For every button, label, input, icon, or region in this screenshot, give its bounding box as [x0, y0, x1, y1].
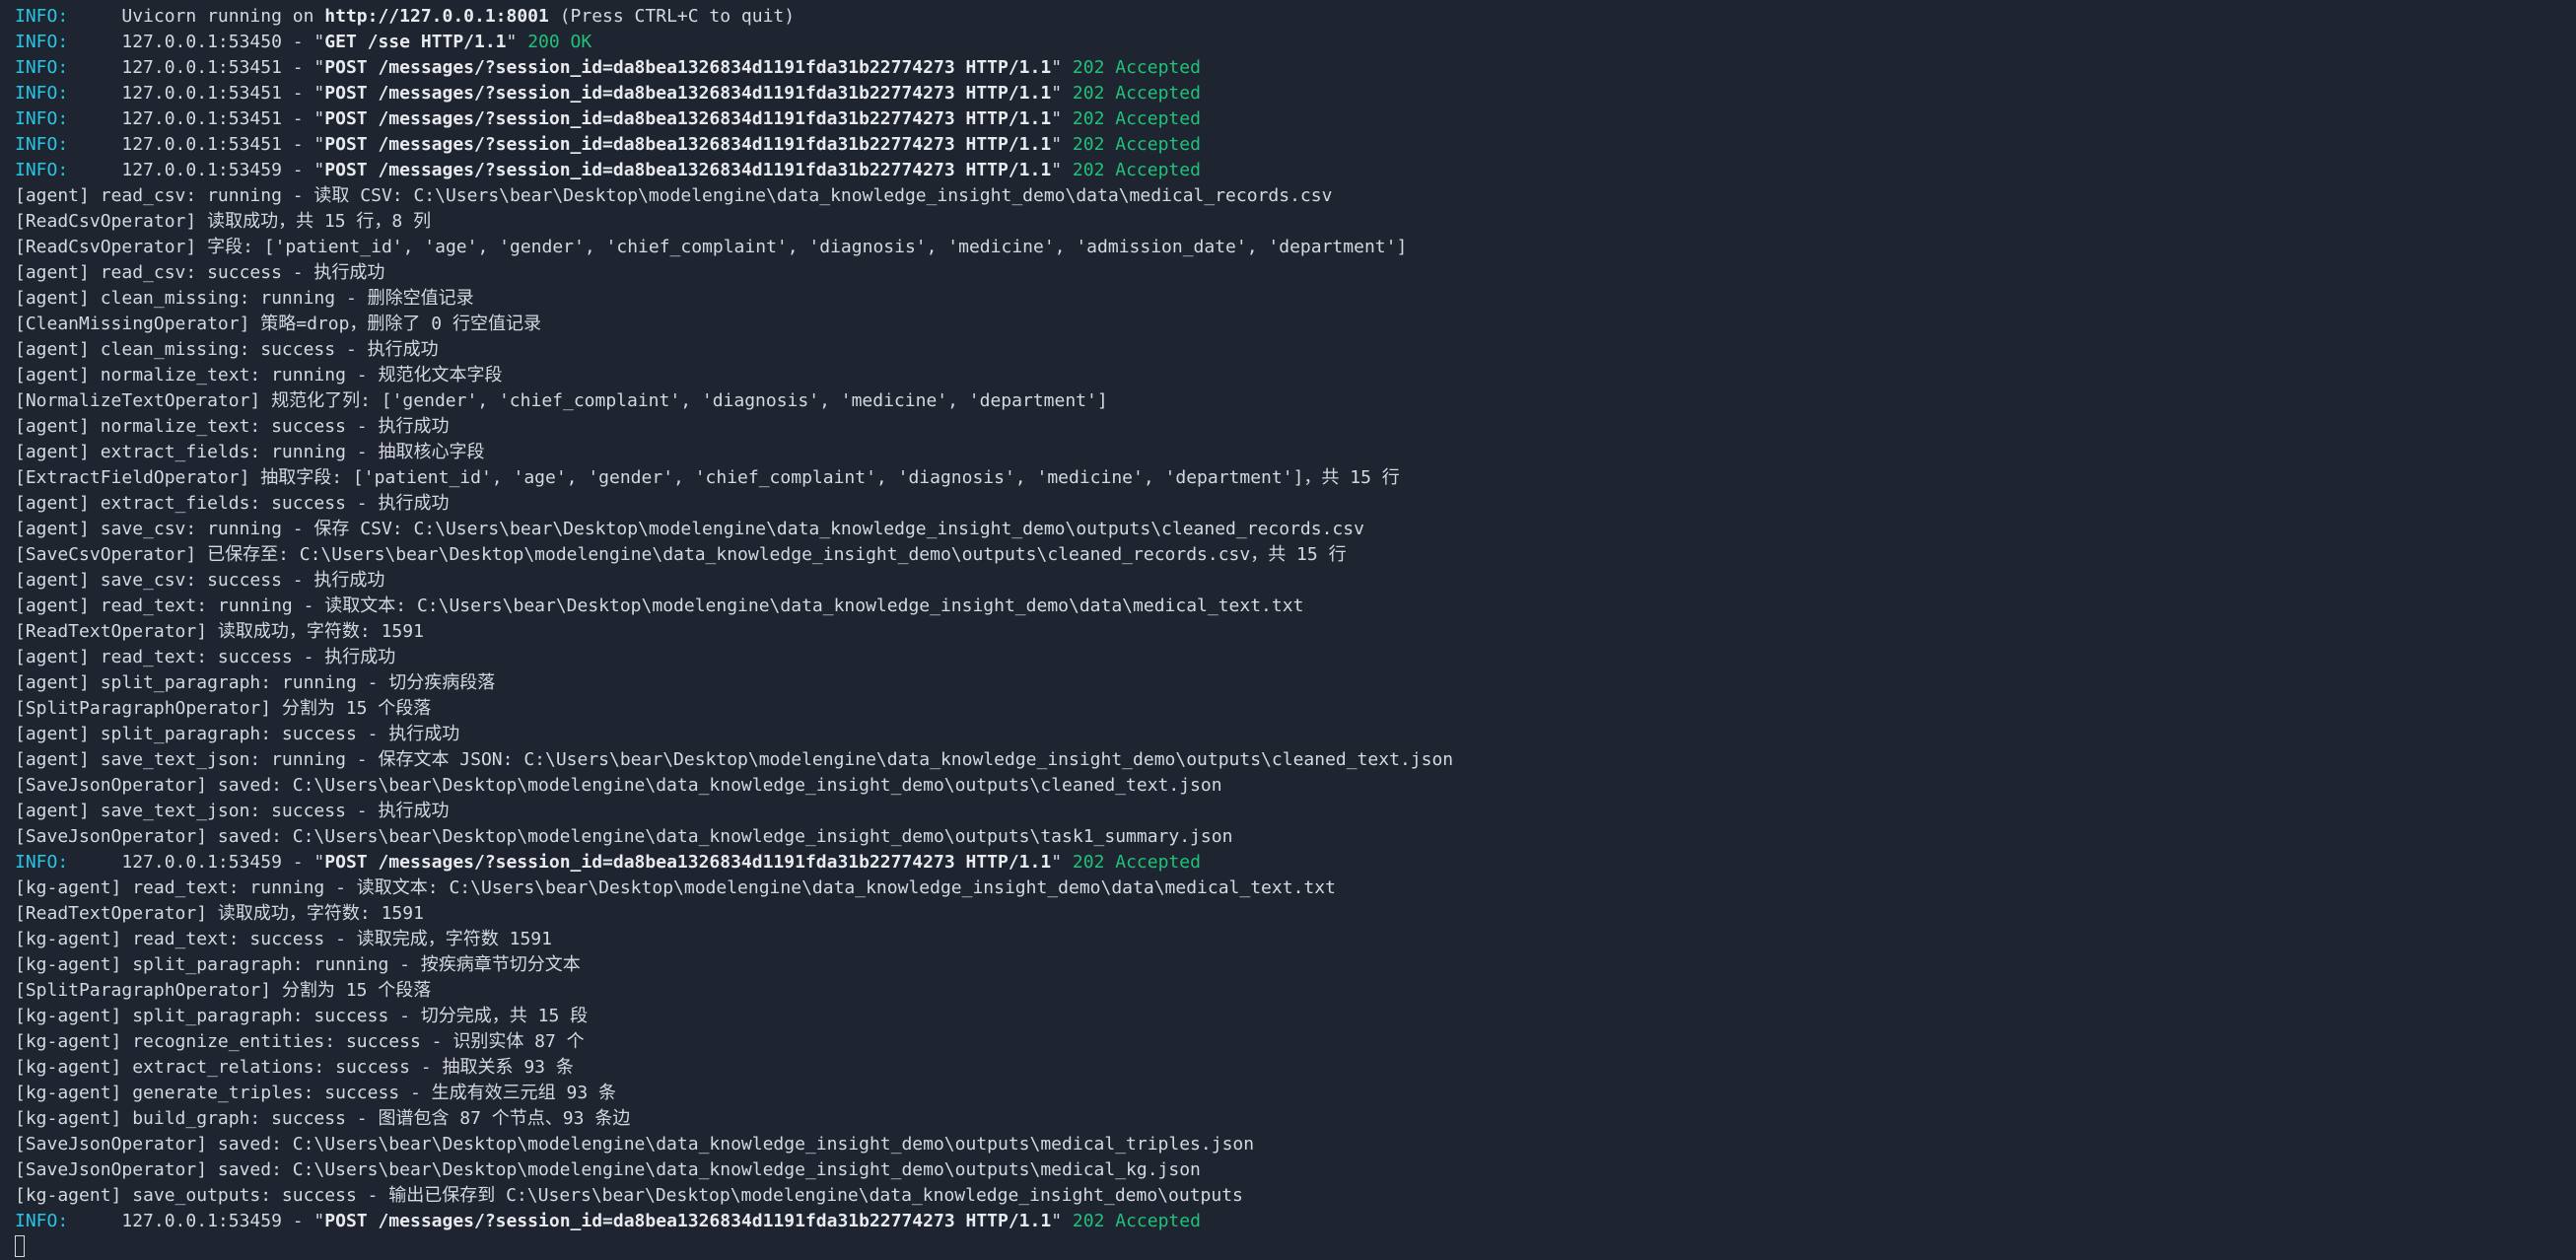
log-level: INFO:	[15, 57, 69, 78]
log-line: [agent] save_text_json: running - 保存文本 J…	[15, 749, 1454, 770]
request-client: 127.0.0.1:53451 - "	[68, 134, 325, 155]
log-line: [SplitParagraphOperator] 分割为 15 个段落	[15, 980, 432, 1001]
status-badge: 202 Accepted	[1072, 1211, 1201, 1231]
request-client: 127.0.0.1:53459 - "	[68, 160, 325, 180]
request-line: POST /messages/?session_id=da8bea1326834…	[324, 83, 1052, 104]
request-client: 127.0.0.1:53459 - "	[68, 852, 325, 873]
status-badge: 202 Accepted	[1072, 134, 1201, 155]
log-line: [agent] split_paragraph: running - 切分疾病段…	[15, 672, 496, 693]
log-line: [ReadTextOperator] 读取成功，字符数: 1591	[15, 903, 424, 924]
log-line: [SplitParagraphOperator] 分割为 15 个段落	[15, 698, 432, 719]
log-message: Uvicorn running on	[68, 6, 325, 27]
request-line: POST /messages/?session_id=da8bea1326834…	[324, 852, 1052, 873]
log-message: (Press CTRL+C to quit)	[548, 6, 796, 27]
log-line: [kg-agent] read_text: running - 读取文本: C:…	[15, 877, 1336, 898]
request-quote: "	[1051, 852, 1073, 873]
log-level: INFO:	[15, 83, 69, 104]
log-line: [ExtractFieldOperator] 抽取字段: ['patient_i…	[15, 467, 1400, 488]
log-line: INFO: 127.0.0.1:53451 - "POST /messages/…	[15, 132, 2576, 158]
log-level: INFO:	[15, 32, 69, 52]
request-quote: "	[1051, 160, 1073, 180]
status-badge: 202 Accepted	[1072, 160, 1201, 180]
log-line: [ReadCsvOperator] 读取成功，共 15 行，8 列	[15, 211, 432, 232]
log-line: [agent] split_paragraph: success - 执行成功	[15, 724, 460, 744]
log-line: [agent] read_text: running - 读取文本: C:\Us…	[15, 595, 1304, 616]
log-line: [agent] clean_missing: success - 执行成功	[15, 339, 439, 360]
request-quote: "	[1051, 134, 1073, 155]
status-badge: 202 Accepted	[1072, 83, 1201, 104]
log-line: [SaveJsonOperator] saved: C:\Users\bear\…	[15, 1159, 1201, 1180]
log-line: [kg-agent] split_paragraph: success - 切分…	[15, 1006, 589, 1026]
log-line: [SaveCsvOperator] 已保存至: C:\Users\bear\De…	[15, 544, 1347, 565]
log-line: INFO: 127.0.0.1:53450 - "GET /sse HTTP/1…	[15, 30, 2576, 55]
status-badge: 202 Accepted	[1072, 57, 1201, 78]
status-badge: 200 OK	[527, 32, 592, 52]
log-line: [agent] read_text: success - 执行成功	[15, 647, 396, 667]
log-line: [agent] extract_fields: running - 抽取核心字段	[15, 442, 485, 462]
log-line: [agent] clean_missing: running - 删除空值记录	[15, 288, 474, 309]
log-line: [agent] normalize_text: running - 规范化文本字…	[15, 365, 503, 385]
log-level: INFO:	[15, 160, 69, 180]
log-line: [kg-agent] read_text: success - 读取完成，字符数…	[15, 929, 552, 949]
log-line: [kg-agent] extract_relations: success - …	[15, 1057, 574, 1078]
request-client: 127.0.0.1:53459 - "	[68, 1211, 325, 1231]
request-line: POST /messages/?session_id=da8bea1326834…	[324, 134, 1052, 155]
log-line: [SaveJsonOperator] saved: C:\Users\bear\…	[15, 775, 1222, 796]
request-line: POST /messages/?session_id=da8bea1326834…	[324, 1211, 1052, 1231]
log-line: [kg-agent] recognize_entities: success -…	[15, 1031, 585, 1052]
log-line: [kg-agent] split_paragraph: running - 按疾…	[15, 954, 581, 975]
log-level: INFO:	[15, 6, 69, 27]
log-line: INFO: 127.0.0.1:53459 - "POST /messages/…	[15, 850, 2576, 875]
log-level: INFO:	[15, 1211, 69, 1231]
log-line: [CleanMissingOperator] 策略=drop，删除了 0 行空值…	[15, 314, 541, 334]
status-badge: 202 Accepted	[1072, 852, 1201, 873]
request-quote: "	[506, 32, 528, 52]
request-client: 127.0.0.1:53450 - "	[68, 32, 325, 52]
request-line: POST /messages/?session_id=da8bea1326834…	[324, 160, 1052, 180]
log-line: [agent] save_csv: success - 执行成功	[15, 570, 385, 591]
prompt-line	[15, 1234, 2576, 1260]
log-level: INFO:	[15, 852, 69, 873]
log-line: [agent] read_csv: success - 执行成功	[15, 262, 385, 283]
log-line: [agent] save_text_json: success - 执行成功	[15, 801, 450, 821]
log-line: [agent] extract_fields: success - 执行成功	[15, 493, 450, 514]
log-line: INFO: 127.0.0.1:53459 - "POST /messages/…	[15, 158, 2576, 183]
log-line: [kg-agent] build_graph: success - 图谱包含 8…	[15, 1108, 631, 1129]
log-level: INFO:	[15, 108, 69, 129]
request-quote: "	[1051, 108, 1073, 129]
log-line: [SaveJsonOperator] saved: C:\Users\bear\…	[15, 1134, 1255, 1155]
cursor-icon	[15, 1235, 25, 1257]
log-line: [ReadCsvOperator] 字段: ['patient_id', 'ag…	[15, 237, 1408, 257]
request-line: POST /messages/?session_id=da8bea1326834…	[324, 108, 1052, 129]
log-line: [kg-agent] save_outputs: success - 输出已保存…	[15, 1185, 1243, 1206]
log-line: [NormalizeTextOperator] 规范化了列: ['gender'…	[15, 390, 1108, 411]
request-quote: "	[1051, 57, 1073, 78]
log-line: [agent] read_csv: running - 读取 CSV: C:\U…	[15, 185, 1333, 206]
log-line: INFO: 127.0.0.1:53459 - "POST /messages/…	[15, 1209, 2576, 1234]
status-badge: 202 Accepted	[1072, 108, 1201, 129]
request-quote: "	[1051, 83, 1073, 104]
log-line: INFO: Uvicorn running on http://127.0.0.…	[15, 4, 2576, 30]
server-url: http://127.0.0.1:8001	[324, 6, 549, 27]
request-line: GET /sse HTTP/1.1	[324, 32, 507, 52]
terminal-output[interactable]: INFO: Uvicorn running on http://127.0.0.…	[0, 0, 2576, 1257]
log-line: INFO: 127.0.0.1:53451 - "POST /messages/…	[15, 106, 2576, 132]
request-client: 127.0.0.1:53451 - "	[68, 108, 325, 129]
log-line: [ReadTextOperator] 读取成功，字符数: 1591	[15, 621, 424, 642]
log-line: [agent] normalize_text: success - 执行成功	[15, 416, 450, 437]
request-quote: "	[1051, 1211, 1073, 1231]
log-line: [kg-agent] generate_triples: success - 生…	[15, 1083, 616, 1103]
request-client: 127.0.0.1:53451 - "	[68, 83, 325, 104]
log-line: [agent] save_csv: running - 保存 CSV: C:\U…	[15, 519, 1364, 539]
log-line: INFO: 127.0.0.1:53451 - "POST /messages/…	[15, 55, 2576, 81]
log-line: INFO: 127.0.0.1:53451 - "POST /messages/…	[15, 81, 2576, 106]
request-line: POST /messages/?session_id=da8bea1326834…	[324, 57, 1052, 78]
request-client: 127.0.0.1:53451 - "	[68, 57, 325, 78]
log-line: [SaveJsonOperator] saved: C:\Users\bear\…	[15, 826, 1233, 847]
log-level: INFO:	[15, 134, 69, 155]
